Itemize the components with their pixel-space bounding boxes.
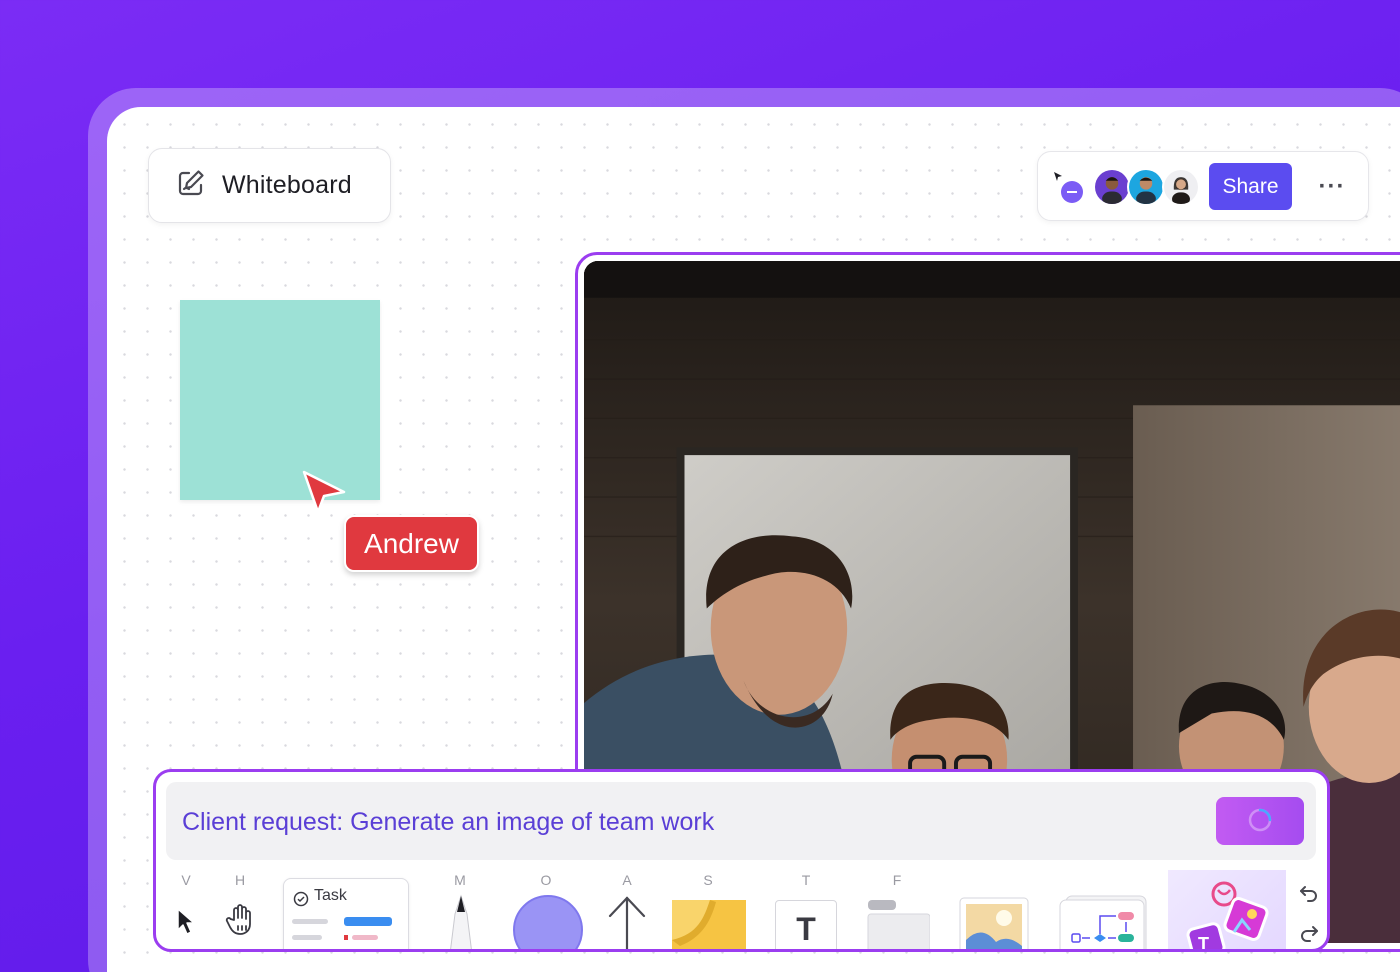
ai-sparkle-icon: T: [1184, 876, 1274, 952]
arrow-tool[interactable]: A: [604, 870, 650, 952]
task-label: Task: [314, 887, 347, 905]
collaborator-cursor-icon: [300, 468, 348, 516]
pointer-icon: [174, 906, 200, 941]
sticky-note-icon: [670, 898, 748, 952]
frame-icon: [866, 898, 930, 952]
avatar[interactable]: [1127, 168, 1165, 206]
ai-generator-tool[interactable]: T: [1168, 870, 1286, 952]
bottom-toolbar: V H Task: [156, 870, 1330, 952]
loading-spinner-icon: [1247, 807, 1273, 836]
image-icon: [958, 896, 1030, 952]
more-options-button[interactable]: ···: [1310, 170, 1354, 204]
arrow-up-icon: [606, 894, 648, 952]
avatar[interactable]: [1093, 168, 1131, 206]
shortcut-label: H: [220, 872, 260, 888]
flowchart-icon: [1058, 894, 1152, 952]
board-title-card[interactable]: Whiteboard: [148, 148, 391, 223]
redo-icon[interactable]: [1298, 922, 1320, 949]
image-tool[interactable]: [956, 870, 1030, 952]
shortcut-label: O: [508, 872, 584, 888]
ai-image-generator-panel: V H Task: [153, 769, 1330, 952]
text-glyph: T: [796, 911, 816, 948]
hand-tool[interactable]: H: [220, 870, 260, 952]
task-tool[interactable]: Task: [283, 878, 409, 952]
task-preview-graphic: [292, 913, 402, 952]
prompt-row: [166, 782, 1316, 860]
check-circle-icon: [293, 891, 309, 912]
frame-tool[interactable]: F: [864, 870, 930, 952]
avatar[interactable]: [1162, 168, 1200, 206]
collaborator-name-tag: Andrew: [344, 515, 479, 572]
pen-tool[interactable]: M: [440, 870, 480, 952]
shortcut-label: V: [168, 872, 204, 888]
whiteboard-icon: [176, 168, 206, 203]
text-tool[interactable]: T T: [773, 870, 839, 952]
shortcut-label: T: [773, 872, 839, 888]
page-title: Whiteboard: [222, 171, 352, 200]
shortcut-label: M: [440, 872, 480, 888]
prompt-input[interactable]: [182, 802, 1182, 842]
generate-button[interactable]: [1216, 797, 1304, 845]
select-tool[interactable]: V: [168, 870, 204, 952]
collaboration-bar: Share ···: [1037, 151, 1369, 221]
templates-tool[interactable]: [1056, 870, 1152, 952]
undo-icon[interactable]: [1298, 882, 1320, 909]
sticky-note[interactable]: [180, 300, 380, 500]
shape-tool[interactable]: O: [508, 870, 584, 952]
shortcut-label: A: [604, 872, 650, 888]
shortcut-label: S: [668, 872, 748, 888]
shortcut-label: F: [864, 872, 930, 888]
sticky-note-tool[interactable]: S: [668, 870, 748, 952]
marker-icon: [444, 894, 478, 952]
hand-icon: [224, 902, 258, 943]
svg-text:T: T: [1198, 934, 1209, 952]
text-card: T: [775, 900, 837, 952]
circle-shape-icon: [512, 894, 584, 952]
share-button[interactable]: Share: [1209, 163, 1292, 210]
history-controls: [1296, 878, 1322, 948]
follow-cursor-icon[interactable]: [1052, 170, 1088, 206]
